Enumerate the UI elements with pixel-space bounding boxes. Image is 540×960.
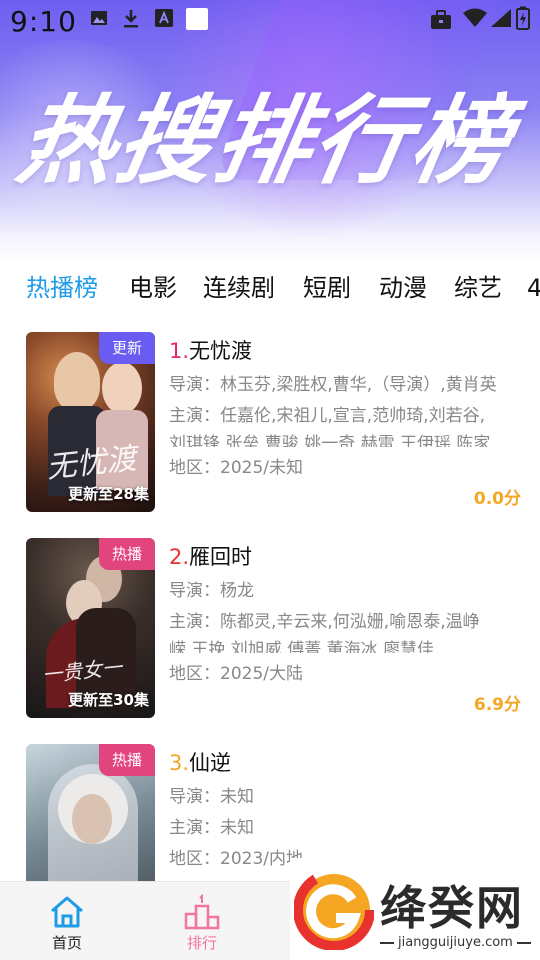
episode-count: 更新至28集 — [68, 485, 149, 503]
tab-hot[interactable]: 热播榜 — [26, 272, 98, 304]
status-badge: 热播 — [99, 538, 155, 570]
item-title[interactable]: 3.仙逆 — [169, 747, 231, 777]
score-text: 0.0分 — [473, 489, 521, 509]
status-badge: 更新 — [99, 332, 155, 364]
hero-banner: 9:10 热搜排行榜 — [0, 0, 540, 262]
cast-text-overflow: 嵘 王挽 刘旭威 傅菁 董海冰 廖慧佳 — [169, 640, 435, 653]
title-text: 仙逆 — [189, 751, 232, 775]
tab-movie[interactable]: 电影 — [129, 272, 177, 304]
watermark-url: jiangguijiuye.com — [376, 935, 535, 950]
category-tabs: 热播榜 电影 连续剧 短剧 动漫 综艺 4 — [0, 266, 540, 312]
watermark: 绛癸网 jiangguijiuye.com — [290, 858, 540, 960]
notification-square-icon — [186, 8, 208, 30]
poster-image[interactable]: 一贵女一 热播 更新至30集 — [26, 538, 155, 718]
home-icon — [51, 896, 83, 928]
region-text: 地区：2025/大陆 — [169, 664, 303, 684]
title-text: 无忧渡 — [189, 339, 253, 363]
tab-short-drama[interactable]: 短剧 — [303, 272, 351, 304]
battery-charging-icon — [516, 6, 530, 30]
episode-count: 更新至30集 — [68, 691, 149, 709]
rank-number: 1. — [169, 339, 190, 363]
poster-image[interactable]: 无忧渡 更新 更新至28集 — [26, 332, 155, 512]
wifi-icon — [463, 8, 487, 27]
nav-home-label: 首页 — [51, 934, 82, 952]
nav-home[interactable]: 首页 — [17, 882, 117, 960]
item-title[interactable]: 1.无忧渡 — [169, 335, 252, 365]
title-text: 雁回时 — [189, 545, 253, 569]
signal-icon — [491, 9, 511, 27]
score-text: 6.9分 — [473, 695, 521, 715]
font-app-icon — [155, 9, 173, 27]
director-text: 导演：杨龙 — [169, 581, 254, 601]
cast-text-overflow: 刘琪锋 张垒 曹骏 姚一奇 赫雷 王伊瑶 陈家 — [169, 434, 491, 447]
rank-number: 2. — [169, 545, 190, 569]
cast-text: 主演：任嘉伦,宋祖儿,宣言,范帅琦,刘若谷, — [169, 406, 486, 426]
tab-anime[interactable]: 动漫 — [379, 272, 427, 304]
list-item[interactable]: 一贵女一 热播 更新至30集 2.雁回时 导演：杨龙 主演：陈都灵,辛云来,何泓… — [0, 538, 540, 720]
status-bar: 9:10 — [0, 0, 540, 44]
rank-number: 3. — [169, 751, 190, 775]
item-title[interactable]: 2.雁回时 — [169, 541, 252, 571]
work-profile-icon — [431, 10, 451, 29]
watermark-logo-icon — [294, 870, 374, 950]
watermark-text: 绛癸网 — [380, 881, 524, 935]
poster-title-art: 无忧渡 — [44, 441, 138, 486]
cast-text: 主演：陈都灵,辛云来,何泓姗,喻恩泰,温峥 — [169, 612, 480, 632]
tab-more[interactable]: 4 — [527, 272, 540, 304]
nav-ranking-label: 排行 — [186, 934, 217, 952]
ranking-podium-icon — [184, 894, 220, 930]
status-badge: 热播 — [99, 744, 155, 776]
tab-series[interactable]: 连续剧 — [203, 272, 275, 304]
director-text: 导演：未知 — [169, 787, 254, 807]
tab-variety[interactable]: 综艺 — [454, 272, 502, 304]
region-text: 地区：2025/未知 — [169, 458, 303, 478]
hero-title: 热搜排行榜 — [10, 85, 520, 197]
status-time: 9:10 — [10, 5, 77, 38]
gallery-icon — [91, 11, 107, 25]
nav-ranking[interactable]: 排行 — [152, 882, 252, 960]
list-item[interactable]: 无忧渡 更新 更新至28集 1.无忧渡 导演：林玉芬,梁胜权,曹华,（导演）,黄… — [0, 332, 540, 514]
cast-text: 主演：未知 — [169, 818, 254, 838]
director-text: 导演：林玉芬,梁胜权,曹华,（导演）,黄肖英 — [169, 375, 497, 395]
bottom-nav: 首页 排行 — [0, 881, 290, 960]
download-icon — [124, 10, 138, 28]
